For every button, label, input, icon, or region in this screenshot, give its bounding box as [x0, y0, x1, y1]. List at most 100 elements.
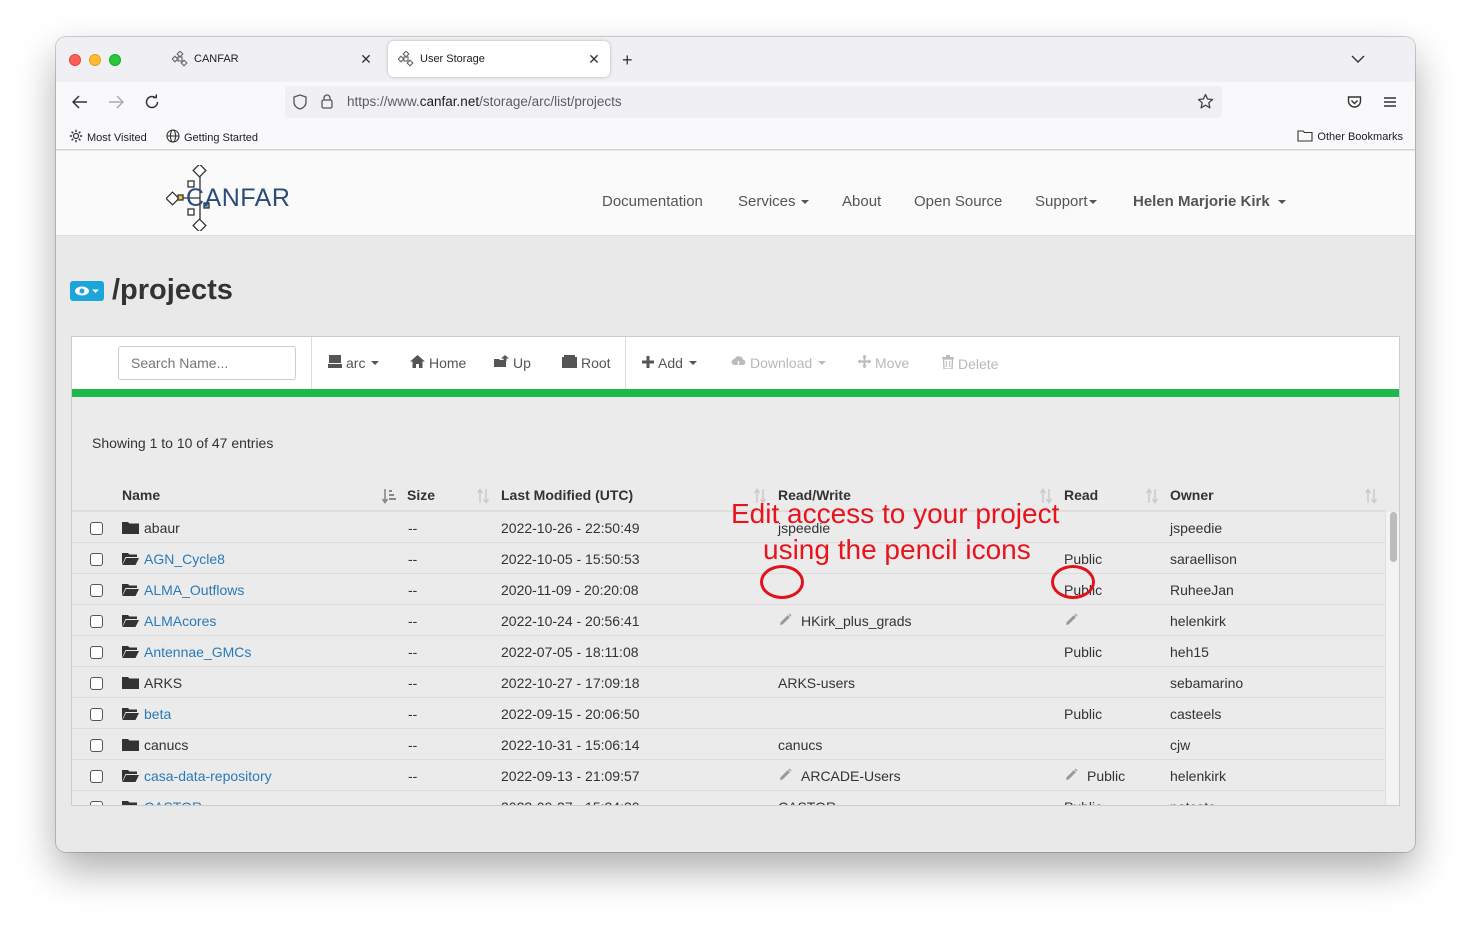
table-row[interactable]: ARKS -- 2022-10-27 - 17:09:18 ARKS-users seb…: [72, 667, 1385, 698]
sort-asc-icon[interactable]: [382, 488, 396, 504]
toolbar-divider: [625, 337, 626, 389]
gear-icon: [69, 129, 83, 146]
table-row[interactable]: ALMAcores -- 2022-10-24 - 20:56:41 HKirk_pl…: [72, 605, 1385, 636]
row-checkbox[interactable]: [90, 708, 103, 721]
home-button[interactable]: Home: [410, 355, 466, 371]
arc-dropdown-button[interactable]: arc: [328, 355, 380, 371]
column-header-modified[interactable]: Last Modified (UTC): [501, 487, 633, 503]
edit-pencil-icon[interactable]: [778, 768, 792, 782]
row-checkbox[interactable]: [90, 646, 103, 659]
download-dropdown-button[interactable]: Download: [731, 355, 827, 371]
nav-services[interactable]: Services: [738, 193, 809, 210]
caret-down-icon: [688, 361, 697, 365]
nav-open-source[interactable]: Open Source: [914, 193, 1002, 210]
nav-support[interactable]: Support: [1035, 193, 1097, 210]
tab-canfar[interactable]: CANFAR ✕: [162, 41, 382, 77]
table-row[interactable]: AGN_Cycle8 -- 2022-10-05 - 15:50:53 Public s…: [72, 543, 1385, 574]
nav-user-menu[interactable]: Helen Marjorie Kirk: [1133, 193, 1286, 210]
file-name-link[interactable]: ALMAcores: [144, 613, 216, 629]
tab-user-storage[interactable]: User Storage ✕: [388, 41, 610, 77]
sort-both-icon[interactable]: [476, 488, 490, 504]
bookmark-star-icon[interactable]: [1197, 93, 1214, 115]
row-checkbox[interactable]: [90, 739, 103, 752]
edit-pencil-icon[interactable]: [1064, 613, 1078, 627]
file-name: abaur: [144, 520, 180, 536]
file-size: --: [408, 768, 418, 784]
scrollbar-thumb[interactable]: [1390, 512, 1397, 562]
close-window-button[interactable]: [69, 54, 81, 66]
hamburger-menu-icon[interactable]: [1380, 92, 1400, 112]
column-header-read[interactable]: Read: [1064, 487, 1098, 503]
nav-documentation[interactable]: Documentation: [602, 193, 703, 210]
row-checkbox[interactable]: [90, 522, 103, 535]
read-group: Public: [1087, 768, 1126, 784]
close-icon[interactable]: ✕: [584, 51, 604, 68]
table-row[interactable]: canucs -- 2022-10-31 - 15:06:14 canucs cjw: [72, 729, 1385, 760]
forward-arrow-icon[interactable]: [106, 92, 126, 112]
logo-text[interactable]: CANFAR: [186, 184, 290, 213]
table-row[interactable]: casa-data-repository -- 2022-09-13 - 21:09…: [72, 760, 1385, 791]
add-dropdown-button[interactable]: Add: [642, 355, 697, 371]
back-arrow-icon[interactable]: [70, 92, 90, 112]
caret-down-icon: [818, 361, 827, 365]
owner: jspeedie: [1170, 520, 1223, 536]
sort-both-icon[interactable]: [1145, 488, 1159, 504]
file-name-link[interactable]: beta: [144, 706, 171, 722]
lock-icon[interactable]: [321, 94, 333, 114]
last-modified: 2022-10-24 - 20:56:41: [501, 613, 640, 629]
root-button[interactable]: Root: [562, 355, 611, 371]
visibility-toggle-button[interactable]: [70, 281, 104, 301]
column-header-name[interactable]: Name: [122, 487, 160, 503]
column-header-owner[interactable]: Owner: [1170, 487, 1214, 503]
file-name-link[interactable]: casa-data-repository: [144, 768, 272, 784]
annotation-circle: [760, 565, 804, 599]
table-row[interactable]: CASTOR -- 2022-09-27 - 15:24:30 CASTOR Publi…: [72, 791, 1385, 805]
minimize-window-button[interactable]: [89, 54, 101, 66]
new-tab-icon[interactable]: +: [622, 50, 633, 71]
column-header-size[interactable]: Size: [407, 487, 435, 503]
bookmark-other[interactable]: Other Bookmarks: [1297, 129, 1403, 145]
reload-icon[interactable]: [142, 92, 162, 112]
zoom-window-button[interactable]: [109, 54, 121, 66]
row-checkbox[interactable]: [90, 584, 103, 597]
table-row[interactable]: ALMA_Outflows -- 2020-11-09 - 20:20:08 Publ…: [72, 574, 1385, 605]
file-name-link[interactable]: CASTOR: [144, 799, 202, 805]
edit-pencil-icon[interactable]: [778, 613, 792, 627]
delete-button[interactable]: Delete: [942, 355, 998, 372]
pocket-icon[interactable]: [1344, 92, 1364, 112]
up-button[interactable]: Up: [494, 355, 531, 371]
shield-icon[interactable]: [293, 94, 307, 115]
url-text[interactable]: https://www.canfar.net/storage/arc/list/…: [347, 94, 622, 109]
search-input[interactable]: [118, 346, 296, 380]
file-size: --: [408, 706, 418, 722]
file-name-link[interactable]: Antennae_GMCs: [144, 644, 251, 660]
close-icon[interactable]: ✕: [356, 51, 376, 68]
file-size: --: [408, 675, 418, 691]
table-row[interactable]: abaur -- 2022-10-26 - 22:50:49 jspeedie jspe…: [72, 512, 1385, 543]
owner: cjw: [1170, 737, 1191, 753]
folder-up-icon: [494, 355, 509, 371]
row-checkbox[interactable]: [90, 677, 103, 690]
file-name-link[interactable]: ALMA_Outflows: [144, 582, 244, 598]
url-bar[interactable]: https://www.canfar.net/storage/arc/list/…: [285, 86, 1222, 118]
table-row[interactable]: Antennae_GMCs -- 2022-07-05 - 18:11:08 Publ…: [72, 636, 1385, 667]
last-modified: 2022-09-13 - 21:09:57: [501, 768, 640, 784]
bookmark-getting-started[interactable]: Getting Started: [166, 129, 258, 146]
nav-about[interactable]: About: [842, 193, 881, 210]
sort-both-icon[interactable]: [1364, 488, 1378, 504]
row-checkbox[interactable]: [90, 553, 103, 566]
file-size: --: [408, 737, 418, 753]
row-checkbox[interactable]: [90, 770, 103, 783]
edit-pencil-icon[interactable]: [1064, 768, 1078, 782]
last-modified: 2022-09-15 - 20:06:50: [501, 706, 640, 722]
file-size: --: [408, 582, 418, 598]
table-row[interactable]: beta -- 2022-09-15 - 20:06:50 Public casteel…: [72, 698, 1385, 729]
page-title: /projects: [112, 274, 233, 306]
bookmark-most-visited[interactable]: Most Visited: [69, 129, 147, 146]
row-checkbox[interactable]: [90, 801, 103, 805]
file-name-link[interactable]: AGN_Cycle8: [144, 551, 225, 567]
move-button[interactable]: Move: [858, 355, 909, 371]
chevron-down-icon[interactable]: [1351, 51, 1365, 69]
owner: sebamarino: [1170, 675, 1244, 691]
row-checkbox[interactable]: [90, 615, 103, 628]
